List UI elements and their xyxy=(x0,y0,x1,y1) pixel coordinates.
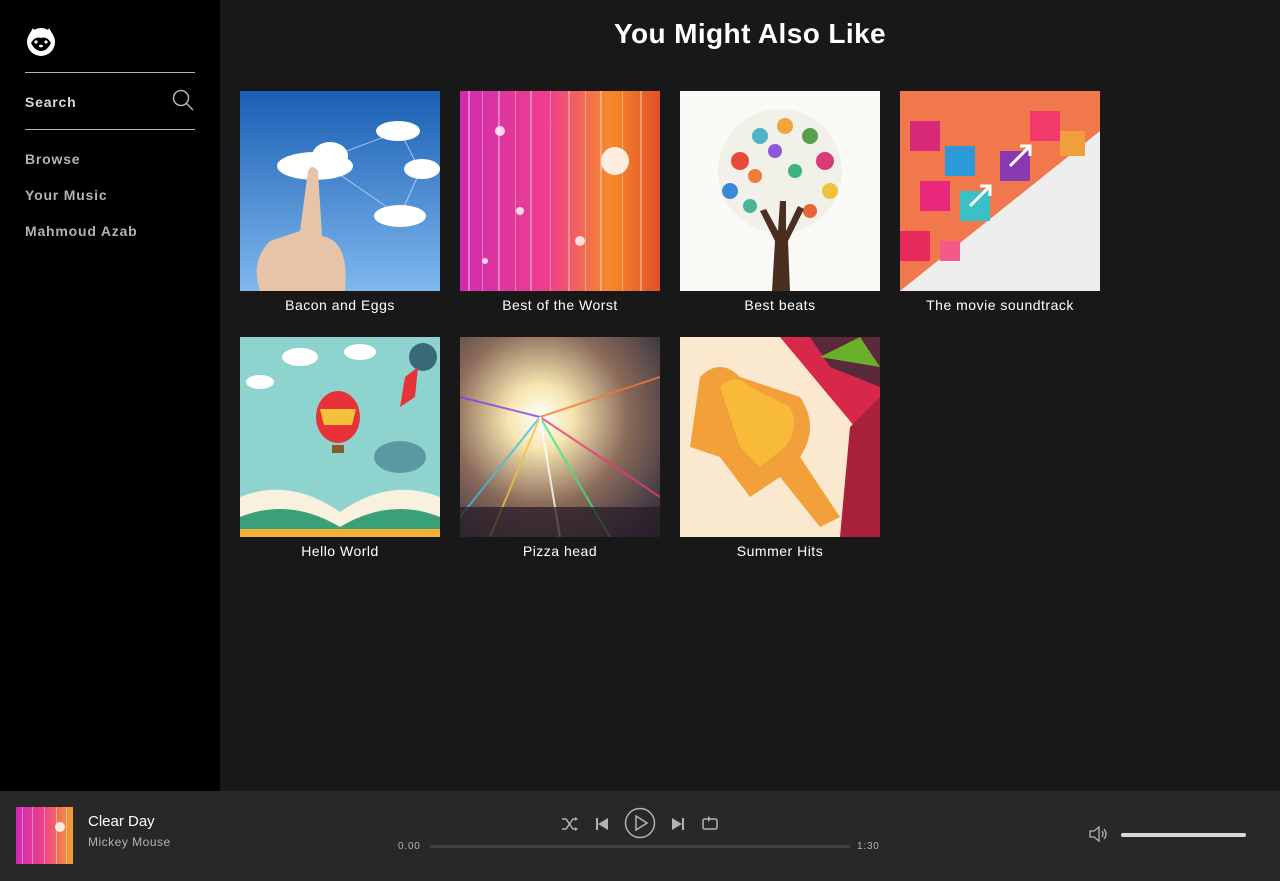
album-card[interactable]: Best beats xyxy=(680,91,880,313)
progress-bar[interactable] xyxy=(430,845,850,848)
main-content: You Might Also Like Bacon and Eggs Best … xyxy=(220,0,1280,791)
album-cover xyxy=(680,337,880,537)
repeat-icon[interactable] xyxy=(700,812,720,836)
album-cover xyxy=(900,91,1100,291)
album-card[interactable]: The movie soundtrack xyxy=(900,91,1100,313)
shuffle-icon[interactable] xyxy=(560,812,580,836)
now-playing-cover[interactable] xyxy=(16,807,73,864)
divider xyxy=(25,72,195,73)
album-card[interactable]: Hello World xyxy=(240,337,440,559)
volume-icon[interactable] xyxy=(1089,825,1109,843)
search-button[interactable]: Search xyxy=(25,88,195,116)
nav-your-music[interactable]: Your Music xyxy=(25,187,107,203)
album-title: Best of the Worst xyxy=(502,297,618,313)
nav-browse[interactable]: Browse xyxy=(25,151,80,167)
volume-slider[interactable] xyxy=(1121,833,1246,837)
divider xyxy=(25,129,195,130)
search-icon xyxy=(171,88,195,117)
page-title: You Might Also Like xyxy=(613,18,887,49)
next-icon[interactable] xyxy=(668,812,688,836)
track-title[interactable]: Clear Day xyxy=(88,813,155,830)
album-card[interactable]: Summer Hits xyxy=(680,337,880,559)
search-label: Search xyxy=(25,94,77,110)
album-card[interactable]: Pizza head xyxy=(460,337,660,559)
player-bar: Clear Day Mickey Mouse 0.00 1:30 xyxy=(0,791,1280,881)
album-cover xyxy=(680,91,880,291)
nav-profile[interactable]: Mahmoud Azab xyxy=(25,223,138,239)
play-icon[interactable] xyxy=(624,807,656,839)
total-time: 1:30 xyxy=(857,841,880,852)
album-title: Best beats xyxy=(744,297,816,313)
sidebar: Search Browse Your Music Mahmoud Azab xyxy=(0,0,220,791)
album-cover xyxy=(240,91,440,291)
album-card[interactable]: Best of the Worst xyxy=(460,91,660,313)
hamster-logo-icon[interactable] xyxy=(25,25,57,57)
album-title: Bacon and Eggs xyxy=(285,297,395,313)
elapsed-time: 0.00 xyxy=(398,841,421,852)
album-cover xyxy=(460,91,660,291)
track-artist[interactable]: Mickey Mouse xyxy=(88,835,171,849)
previous-icon[interactable] xyxy=(592,812,612,836)
album-title: Pizza head xyxy=(522,543,598,559)
album-title: Summer Hits xyxy=(736,543,824,559)
album-title: The movie soundtrack xyxy=(926,297,1074,313)
album-title: Hello World xyxy=(301,543,379,559)
album-cover xyxy=(460,337,660,537)
album-cover xyxy=(240,337,440,537)
album-card[interactable]: Bacon and Eggs xyxy=(240,91,440,313)
